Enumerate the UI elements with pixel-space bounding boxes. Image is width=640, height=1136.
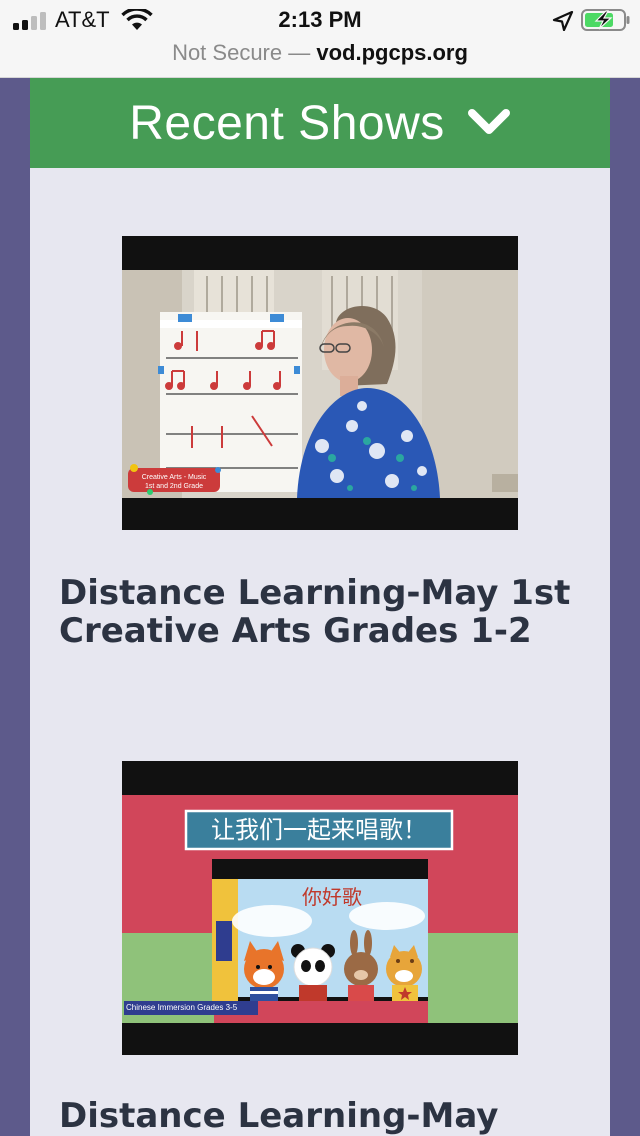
page-side-right	[610, 78, 640, 1136]
thumbnail-caption: Creative Arts - Music 1st and 2nd Grade	[130, 473, 218, 491]
chevron-down-icon	[467, 109, 510, 134]
url-host: vod.pgcps.org	[316, 40, 468, 65]
thumbnail-song-title: 你好歌	[302, 885, 362, 909]
content-panel: Recent Shows Creative Arts - Music 1st a…	[30, 78, 610, 1136]
battery-charging-icon	[581, 9, 630, 31]
status-clock: 2:13 PM	[278, 7, 362, 32]
status-bar: AT&T 2:13 PM	[0, 0, 640, 42]
show-item: 让我们一起来唱歌！ 你好歌 Chinese Immersion Grades 3…	[30, 761, 610, 1136]
browser-top-bar: AT&T 2:13 PM Not Secure — vod.pgcps.org	[0, 0, 640, 78]
section-title: Recent Shows	[129, 96, 445, 150]
thumbnail-caption-line1: Creative Arts - Music	[141, 474, 207, 481]
location-arrow-icon	[552, 11, 574, 31]
show-thumbnail[interactable]: Creative Arts - Music 1st and 2nd Grade	[122, 236, 518, 530]
thumbnail-caption-line2: 1st and 2nd Grade	[145, 483, 203, 490]
show-title[interactable]: Distance Learning-May 1st Creative Arts …	[59, 574, 579, 650]
show-title[interactable]: Distance Learning-May	[59, 1097, 579, 1135]
url-bar[interactable]: Not Secure — vod.pgcps.org	[0, 40, 640, 68]
thumbnail-caption: Chinese Immersion Grades 3-5	[126, 1003, 238, 1012]
show-thumbnail[interactable]: 让我们一起来唱歌！ 你好歌 Chinese Immersion Grades 3…	[122, 761, 518, 1055]
recent-shows-toggle[interactable]: Recent Shows	[30, 78, 610, 168]
url-separator: —	[288, 40, 311, 65]
page-side-left	[0, 78, 30, 1136]
thumbnail-banner-text: 让我们一起来唱歌！	[211, 816, 427, 844]
show-item: Creative Arts - Music 1st and 2nd Grade …	[30, 236, 610, 686]
security-status: Not Secure	[172, 40, 283, 65]
